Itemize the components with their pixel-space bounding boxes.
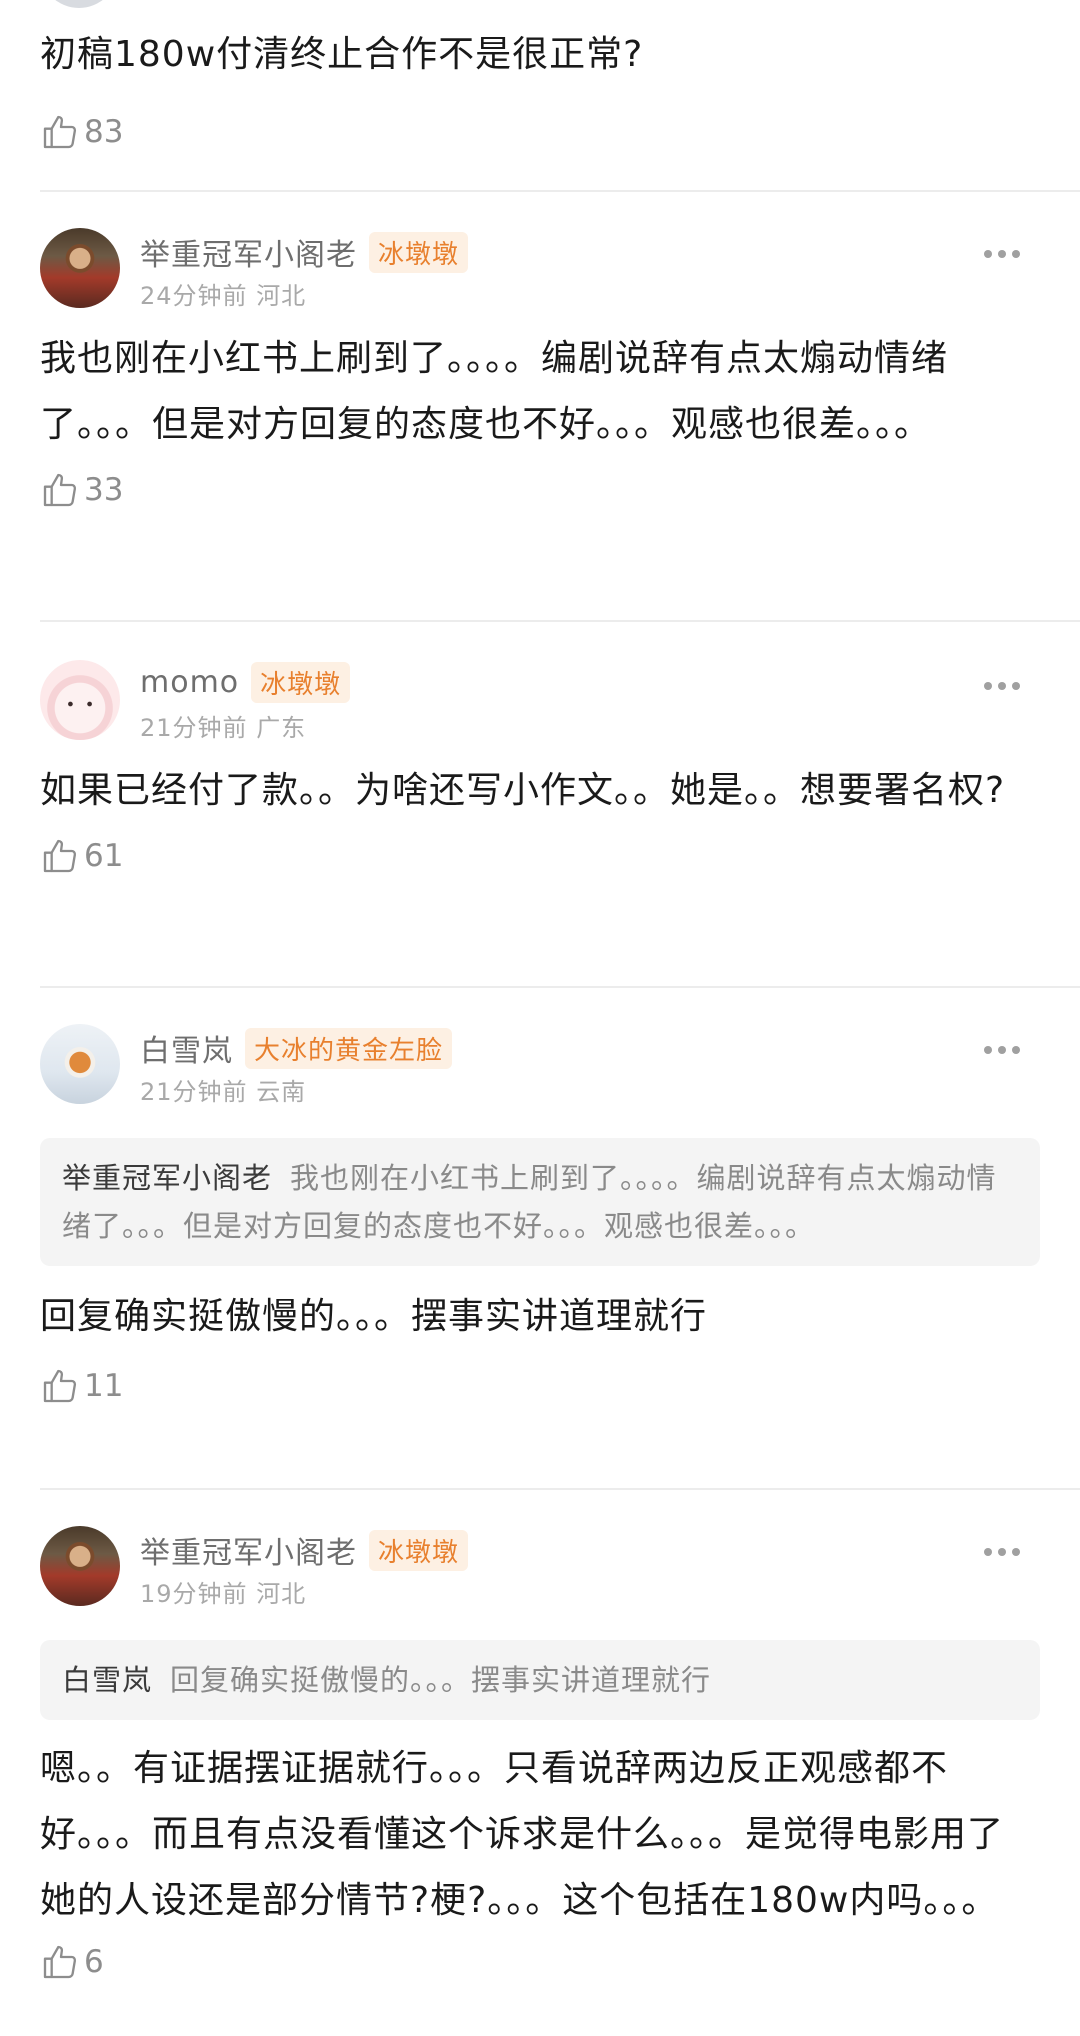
- avatar[interactable]: [40, 0, 118, 8]
- divider: [40, 1488, 1080, 1490]
- username[interactable]: momo: [140, 665, 239, 700]
- quoted-reply[interactable]: 举重冠军小阁老 我也刚在小红书上刷到了。。。。编剧说辞有点太煽动情绪了。。。但是对…: [40, 1138, 1040, 1266]
- quoted-reply[interactable]: 白雪岚 回复确实挺傲慢的。。。摆事实讲道理就行: [40, 1640, 1040, 1720]
- username[interactable]: 举重冠军小阁老: [140, 1528, 357, 1572]
- like-count: 6: [84, 1944, 104, 1980]
- divider: [40, 190, 1080, 192]
- comment-text: 嗯。。有证据摆证据就行。。。只看说辞两边反正观感都不好。。。而且有点没看懂这个诉…: [40, 1748, 1005, 1921]
- like-count: 83: [84, 114, 124, 150]
- like-count: 11: [84, 1368, 124, 1404]
- divider: [40, 620, 1080, 622]
- more-dots-icon[interactable]: [984, 250, 1020, 258]
- fan-badge: 冰墩墩: [369, 231, 469, 273]
- divider: [40, 986, 1080, 988]
- comment-item: 举重冠军小阁老 冰墩墩 19分钟前 河北 白雪岚 回复确实挺傲慢的。。。摆事实讲道…: [40, 1526, 1040, 1984]
- like-count: 33: [84, 472, 124, 508]
- thumbs-up-icon: [43, 473, 77, 507]
- comment-item: momo 冰墩墩 21分钟前 广东 如果已经付了款。。为啥还写小作文。。她是。。…: [40, 660, 1040, 878]
- fan-badge: 大冰的黄金左脸: [245, 1027, 453, 1069]
- fan-badge: 冰墩墩: [369, 1529, 469, 1571]
- comment-meta: 24分钟前 河北: [140, 282, 307, 310]
- comment-text: 初稿180w付清终止合作不是很正常?: [40, 34, 644, 75]
- username[interactable]: 举重冠军小阁老: [140, 230, 357, 274]
- avatar[interactable]: [40, 660, 120, 740]
- thumbs-up-icon: [43, 1369, 77, 1403]
- like-count: 61: [84, 838, 124, 874]
- quoted-username[interactable]: 举重冠军小阁老: [62, 1161, 272, 1195]
- comment-item: 举重冠军小阁老 冰墩墩 24分钟前 河北 我也刚在小红书上刷到了。。。。编剧说辞…: [40, 228, 1040, 512]
- partial-comment: 初稿180w付清终止合作不是很正常? 83: [40, 0, 1040, 160]
- comment-item: 白雪岚 大冰的黄金左脸 21分钟前 云南 举重冠军小阁老 我也刚在小红书上刷到了。…: [40, 1024, 1040, 1408]
- like-button[interactable]: 6: [40, 1940, 1040, 1984]
- comment-meta: 21分钟前 广东: [140, 714, 307, 742]
- thumbs-up-icon: [43, 839, 77, 873]
- quoted-text: 回复确实挺傲慢的。。。摆事实讲道理就行: [170, 1663, 712, 1697]
- more-dots-icon[interactable]: [984, 1548, 1020, 1556]
- comment-text: 我也刚在小红书上刷到了。。。。编剧说辞有点太煽动情绪了。。。但是对方回复的态度也…: [40, 338, 949, 445]
- comment-meta: 19分钟前 河北: [140, 1580, 307, 1608]
- avatar[interactable]: [40, 228, 120, 308]
- more-dots-icon[interactable]: [984, 682, 1020, 690]
- fan-badge: 冰墩墩: [251, 662, 351, 703]
- like-button[interactable]: 33: [40, 468, 1040, 512]
- comment-text: 如果已经付了款。。为啥还写小作文。。她是。。想要署名权?: [40, 770, 1006, 811]
- avatar[interactable]: [40, 1526, 120, 1606]
- like-button[interactable]: 83: [40, 110, 123, 154]
- username[interactable]: 白雪岚: [140, 1026, 233, 1070]
- more-dots-icon[interactable]: [984, 1046, 1020, 1054]
- thumbs-up-icon: [43, 1945, 77, 1979]
- thumbs-up-icon: [43, 115, 77, 149]
- comment-meta: 21分钟前 云南: [140, 1078, 307, 1106]
- like-button[interactable]: 61: [40, 834, 1040, 878]
- comment-text: 回复确实挺傲慢的。。。摆事实讲道理就行: [40, 1296, 708, 1337]
- quoted-username[interactable]: 白雪岚: [62, 1663, 152, 1697]
- like-button[interactable]: 11: [40, 1364, 1040, 1408]
- avatar[interactable]: [40, 1024, 120, 1104]
